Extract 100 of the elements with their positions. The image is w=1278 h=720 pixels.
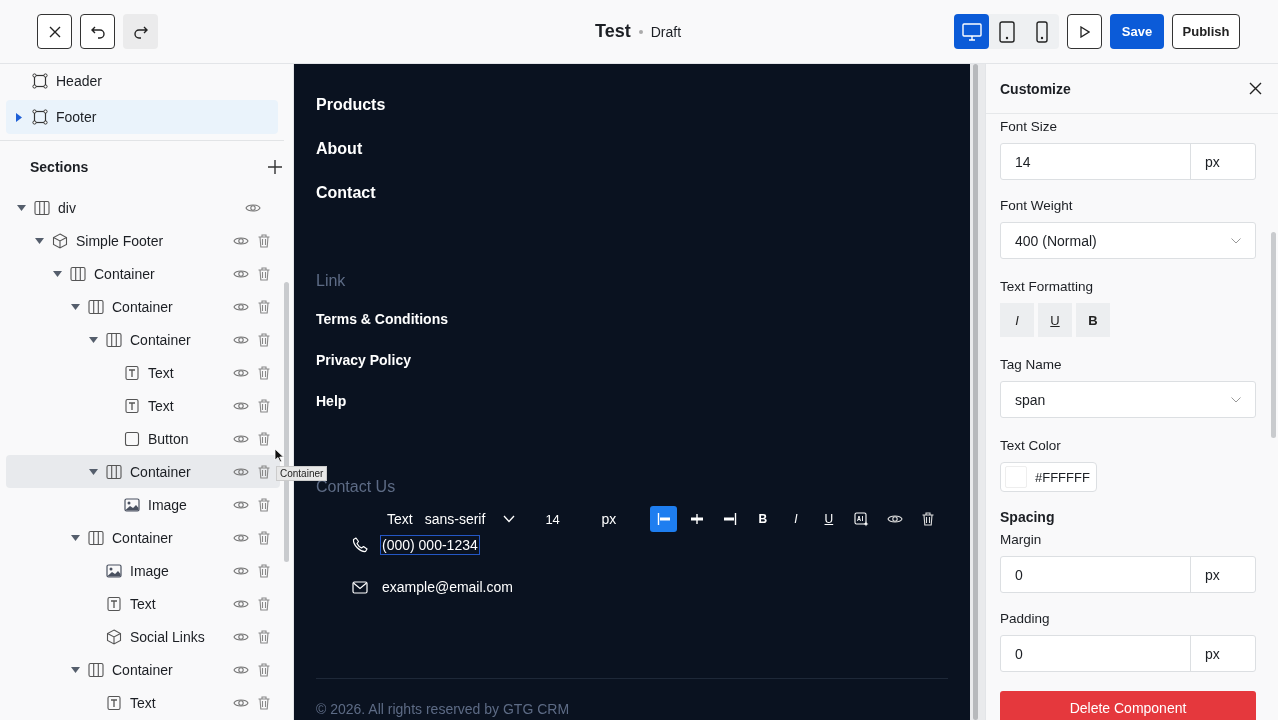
scrollbar[interactable] bbox=[973, 64, 978, 720]
tree-item[interactable]: Container bbox=[6, 323, 280, 356]
tag-name-select[interactable]: span bbox=[1000, 381, 1256, 418]
tree-item[interactable]: Text bbox=[6, 356, 280, 389]
italic-button[interactable]: I bbox=[782, 506, 810, 532]
eye-icon[interactable] bbox=[233, 267, 249, 280]
trash-icon[interactable] bbox=[258, 695, 270, 710]
eye-icon[interactable] bbox=[233, 300, 249, 313]
field-label: Text Color bbox=[1000, 438, 1062, 453]
panel-title: Customize bbox=[1000, 80, 1071, 97]
trash-icon[interactable] bbox=[258, 563, 270, 578]
font-weight-select[interactable]: 400 (Normal) bbox=[1000, 222, 1256, 259]
caret-icon[interactable] bbox=[52, 270, 62, 277]
phone-text[interactable]: (000) 000-1234 bbox=[380, 535, 480, 555]
save-button[interactable]: Save bbox=[1110, 14, 1164, 49]
eye-icon[interactable] bbox=[233, 366, 249, 379]
eye-icon[interactable] bbox=[233, 333, 249, 346]
separator-dot bbox=[638, 29, 643, 34]
color-picker[interactable]: #FFFFFF bbox=[1000, 462, 1097, 492]
eye-icon[interactable] bbox=[233, 234, 249, 247]
caret-icon[interactable] bbox=[70, 666, 80, 673]
undo-button[interactable] bbox=[80, 14, 115, 49]
tree-item[interactable]: Container bbox=[6, 257, 280, 290]
eye-icon[interactable] bbox=[233, 663, 249, 676]
tree-item[interactable]: Text bbox=[6, 389, 280, 422]
page-title: Test bbox=[595, 21, 631, 42]
eye-icon[interactable] bbox=[233, 696, 249, 709]
underline-button[interactable]: U bbox=[1038, 303, 1072, 337]
eye-icon[interactable] bbox=[233, 564, 249, 577]
tablet-icon bbox=[998, 20, 1015, 43]
trash-icon[interactable] bbox=[258, 431, 270, 446]
undo-icon bbox=[89, 24, 106, 39]
caret-icon[interactable] bbox=[70, 534, 80, 541]
preview-button[interactable] bbox=[1067, 14, 1102, 49]
close-panel-button[interactable] bbox=[1249, 82, 1262, 95]
scrollbar[interactable] bbox=[1271, 232, 1276, 438]
phone-icon bbox=[352, 537, 368, 553]
font-family-select[interactable]: sans-serif bbox=[424, 511, 486, 527]
caret-icon[interactable] bbox=[70, 303, 80, 310]
delete-component-button[interactable]: Delete Component bbox=[1000, 691, 1256, 720]
trash-icon[interactable] bbox=[258, 398, 270, 413]
tree-item[interactable]: Text bbox=[6, 587, 280, 620]
caret-icon[interactable] bbox=[34, 237, 44, 244]
trash-icon[interactable] bbox=[258, 530, 270, 545]
footer-link[interactable]: Terms & Conditions bbox=[316, 310, 948, 329]
mouse-cursor-icon bbox=[274, 448, 284, 463]
eye-icon[interactable] bbox=[233, 432, 249, 445]
font-size-input[interactable]: 14 bbox=[545, 511, 602, 527]
tree-item[interactable]: Container bbox=[6, 653, 280, 686]
eye-icon[interactable] bbox=[233, 399, 249, 412]
trash-icon[interactable] bbox=[258, 266, 270, 281]
tree-item[interactable]: Social Links bbox=[6, 620, 280, 653]
align-left-button[interactable] bbox=[650, 506, 678, 532]
tree-item[interactable]: Text bbox=[6, 686, 280, 719]
layer-item[interactable]: Header bbox=[6, 64, 278, 98]
desktop-view-button[interactable] bbox=[954, 14, 989, 49]
tree-item[interactable]: Image bbox=[6, 488, 280, 521]
tree-item[interactable]: Button bbox=[6, 422, 280, 455]
trash-icon[interactable] bbox=[258, 629, 270, 644]
tree-item[interactable]: Container bbox=[6, 455, 280, 488]
eye-icon[interactable] bbox=[233, 498, 249, 511]
trash-icon[interactable] bbox=[258, 233, 270, 248]
trash-icon[interactable] bbox=[258, 596, 270, 611]
bold-button[interactable]: B bbox=[1076, 303, 1110, 337]
layer-item[interactable]: Footer bbox=[6, 100, 278, 134]
underline-button[interactable]: U bbox=[815, 506, 843, 532]
eye-icon[interactable] bbox=[245, 201, 261, 214]
element-type-label: Text bbox=[387, 511, 413, 527]
trash-icon[interactable] bbox=[258, 497, 270, 512]
footer-link[interactable]: Help bbox=[316, 392, 948, 411]
tree-item[interactable]: div bbox=[6, 191, 280, 224]
caret-icon[interactable] bbox=[16, 204, 26, 211]
tree-item[interactable]: Simple Footer bbox=[6, 224, 280, 257]
trash-icon[interactable] bbox=[258, 662, 270, 677]
trash-icon[interactable] bbox=[258, 299, 270, 314]
publish-button[interactable]: Publish bbox=[1172, 14, 1240, 49]
trash-icon[interactable] bbox=[258, 464, 270, 479]
caret-icon[interactable] bbox=[88, 468, 98, 475]
nav-link[interactable]: About bbox=[316, 138, 948, 159]
footer-link[interactable]: Privacy Policy bbox=[316, 351, 948, 370]
eye-icon[interactable] bbox=[233, 531, 249, 544]
field-label: Text Formatting bbox=[1000, 279, 1095, 294]
trash-icon[interactable] bbox=[258, 332, 270, 347]
tree-item[interactable]: Image bbox=[6, 554, 280, 587]
eye-icon[interactable] bbox=[233, 465, 249, 478]
close-button[interactable] bbox=[37, 14, 72, 49]
tree-item[interactable]: Container bbox=[6, 290, 280, 323]
caret-icon[interactable] bbox=[88, 336, 98, 343]
italic-button[interactable]: I bbox=[1000, 303, 1034, 337]
chevron-down-icon[interactable] bbox=[503, 515, 516, 523]
tree-item[interactable]: Container bbox=[6, 521, 280, 554]
draft-status: Draft bbox=[650, 23, 682, 40]
bold-button[interactable]: B bbox=[749, 506, 777, 532]
nav-link[interactable]: Products bbox=[316, 94, 948, 115]
add-section-button[interactable] bbox=[268, 160, 282, 174]
eye-icon[interactable] bbox=[233, 630, 249, 643]
nav-link[interactable]: Contact bbox=[316, 182, 948, 203]
trash-icon[interactable] bbox=[258, 365, 270, 380]
eye-icon[interactable] bbox=[233, 597, 249, 610]
email-text[interactable]: example@email.com bbox=[380, 577, 515, 597]
